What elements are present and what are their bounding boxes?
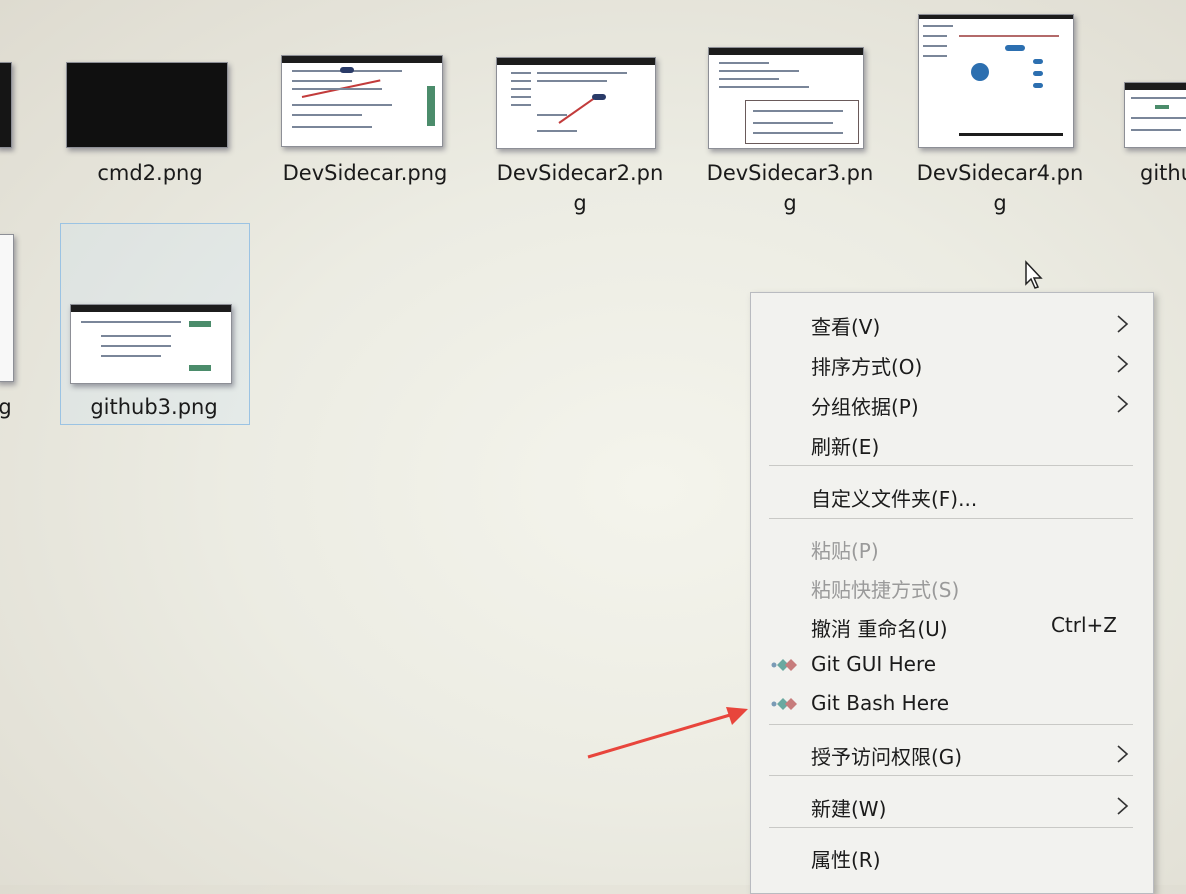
menu-item-view[interactable]: 查看(V) (751, 305, 1153, 343)
file-name: DevSidecar3.pn g (706, 161, 874, 215)
menu-item-new[interactable]: 新建(W) (751, 787, 1153, 825)
menu-item-git-gui-here[interactable]: Git GUI Here (751, 646, 1153, 684)
git-bash-icon (771, 698, 797, 710)
mouse-cursor-icon (1025, 260, 1043, 289)
file-item-cmd2[interactable]: cmd2.png (60, 60, 240, 190)
menu-item-properties[interactable]: 属性(R) (751, 838, 1153, 876)
annotation-arrow-icon (587, 707, 748, 759)
file-name: github3.png (90, 395, 218, 419)
menu-item-group-by[interactable]: 分组依据(P) (751, 385, 1153, 423)
file-name: cmd2.png (97, 161, 203, 185)
file-thumbnail (918, 14, 1074, 148)
menu-item-paste: 粘贴(P) (811, 539, 879, 563)
menu-item-git-bash-here[interactable]: Git Bash Here (751, 685, 1153, 723)
menu-item-give-access[interactable]: 授予访问权限(G) (751, 735, 1153, 773)
menu-item-paste-shortcut: 粘贴快捷方式(S) (811, 578, 960, 602)
file-thumbnail (66, 62, 228, 148)
menu-separator (769, 724, 1133, 725)
shortcut-text: Ctrl+Z (1050, 613, 1117, 637)
file-name-partial-left: g (0, 395, 12, 419)
file-item-devsidecar3[interactable]: DevSidecar3.pn g (700, 45, 880, 225)
menu-separator (769, 827, 1133, 828)
file-name: DevSidecar.png (282, 161, 448, 185)
context-menu: 查看(V) 排序方式(O) 分组依据(P) 刷新(E) 自定义文件夹(F)...… (750, 292, 1154, 894)
chevron-right-icon (1117, 745, 1129, 763)
chevron-right-icon (1117, 355, 1129, 373)
menu-separator (769, 465, 1133, 466)
partial-thumbnail-left-row2[interactable] (0, 234, 14, 382)
chevron-right-icon (1117, 315, 1129, 333)
file-thumbnail (1124, 82, 1186, 148)
chevron-right-icon (1117, 797, 1129, 815)
file-item-github-partial[interactable]: githu (1120, 80, 1186, 210)
file-item-devsidecar[interactable]: DevSidecar.png (275, 55, 455, 195)
git-gui-icon (771, 659, 797, 671)
file-thumbnail (70, 304, 232, 384)
file-name: githu (1140, 161, 1186, 185)
menu-separator (769, 775, 1133, 776)
menu-separator (769, 518, 1133, 519)
file-explorer-view: cmd2.png DevSidecar.png DevSidecar2.pn g… (0, 0, 1186, 894)
file-item-devsidecar4[interactable]: DevSidecar4.pn g (910, 12, 1090, 222)
file-thumbnail (496, 57, 656, 149)
file-thumbnail (708, 47, 864, 149)
menu-item-sort-by[interactable]: 排序方式(O) (751, 345, 1153, 383)
file-name: DevSidecar2.pn g (496, 161, 664, 215)
partial-thumbnail-left[interactable] (0, 62, 12, 148)
file-name: DevSidecar4.pn g (916, 161, 1084, 215)
chevron-right-icon (1117, 395, 1129, 413)
file-item-github3[interactable]: github3.png (64, 300, 244, 420)
menu-item-undo-rename[interactable]: 撤消 重命名(U) Ctrl+Z (751, 607, 1153, 645)
menu-item-customize-folder[interactable]: 自定义文件夹(F)... (751, 477, 1153, 515)
file-item-devsidecar2[interactable]: DevSidecar2.pn g (490, 55, 670, 225)
menu-item-refresh[interactable]: 刷新(E) (751, 425, 1153, 463)
file-thumbnail (281, 55, 443, 147)
